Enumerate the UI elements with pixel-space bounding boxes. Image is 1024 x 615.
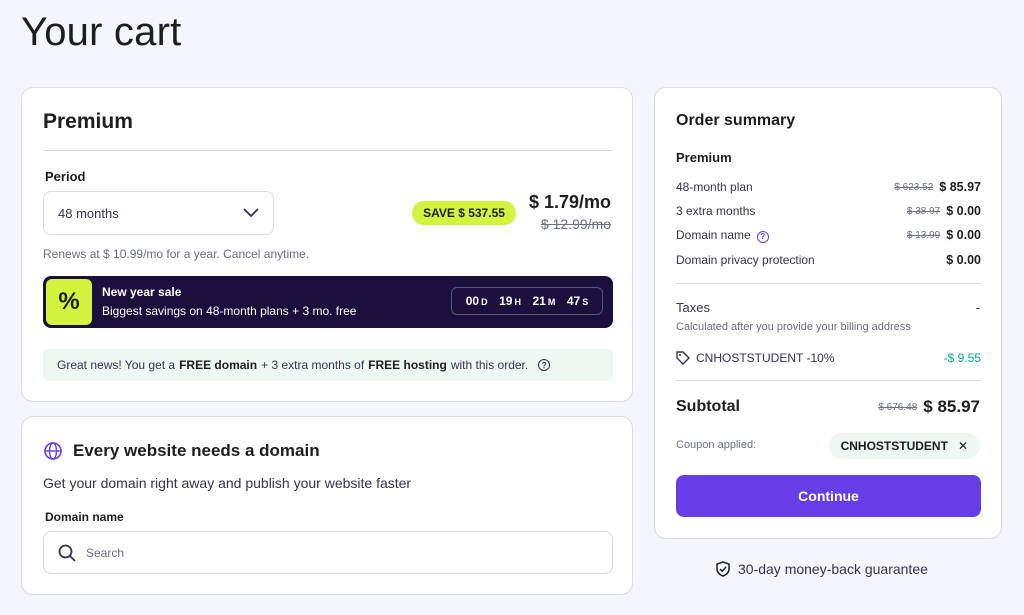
period-select[interactable]: 48 months — [43, 191, 274, 235]
taxes-note: Calculated after you provide your billin… — [676, 321, 911, 333]
chevron-down-icon — [243, 208, 259, 218]
sale-banner: % New year sale Biggest savings on 48-mo… — [43, 276, 613, 328]
page-title: Your cart — [21, 10, 182, 54]
period-label: Period — [45, 169, 86, 184]
summary-row: 48-month plan $ 623.52 $ 85.97 — [676, 180, 981, 194]
coupon-row: CNHOSTSTUDENT -10% -$ 9.55 — [676, 351, 981, 365]
summary-plan-name: Premium — [676, 150, 732, 165]
help-icon[interactable]: ? — [538, 359, 551, 371]
order-summary-title: Order summary — [676, 112, 796, 129]
domain-search-input[interactable] — [86, 545, 566, 560]
shield-check-icon — [716, 561, 730, 577]
domain-title: Every website needs a domain — [73, 441, 320, 460]
taxes-label: Taxes — [676, 300, 710, 315]
timer-hours: 19 H — [499, 294, 521, 308]
free-domain-note: Great news! You get a FREE domain + 3 ex… — [43, 349, 613, 381]
search-icon — [58, 544, 76, 562]
save-badge: SAVE $ 537.55 — [412, 201, 516, 225]
plan-title: Premium — [43, 110, 133, 133]
timer-seconds: 47 S — [566, 294, 589, 308]
timer-minutes: 21 M — [532, 294, 556, 308]
domain-name-label: Domain name — [45, 510, 124, 524]
summary-row: 3 extra months $ 38.97 $ 0.00 — [676, 204, 981, 218]
continue-button[interactable]: Continue — [676, 475, 981, 517]
divider — [43, 150, 613, 151]
domain-card: Every website needs a domain Get your do… — [21, 416, 633, 595]
coupon-chip: CNHOSTSTUDENT ✕ — [828, 433, 980, 459]
timer-days: 00 D — [465, 294, 488, 308]
plan-card: Premium Period 48 months SAVE $ 537.55 $… — [21, 87, 633, 402]
money-back-guarantee: 30-day money-back guarantee — [716, 561, 928, 577]
subtotal-label: Subtotal — [676, 398, 740, 415]
coupon-applied-label: Coupon applied: — [676, 439, 757, 451]
sale-title: New year sale — [102, 285, 182, 299]
divider — [676, 283, 981, 284]
countdown-timer: 00 D 19 H 21 M 47 S — [451, 287, 603, 315]
renewal-note: Renews at $ 10.99/mo for a year. Cancel … — [43, 247, 310, 261]
divider — [676, 380, 981, 381]
tag-icon — [676, 351, 690, 365]
domain-subtitle: Get your domain right away and publish y… — [43, 475, 412, 491]
percent-icon: % — [46, 279, 92, 325]
sale-subtitle: Biggest savings on 48-month plans + 3 mo… — [102, 304, 357, 318]
order-summary-card: Order summary Premium 48-month plan $ 62… — [654, 87, 1002, 539]
period-value: 48 months — [58, 205, 119, 221]
close-icon[interactable]: ✕ — [958, 439, 968, 453]
subtotal-values: $ 676.48 $ 85.97 — [878, 397, 980, 416]
old-price: $ 12.99/mo — [540, 216, 611, 232]
domain-search-field[interactable] — [43, 531, 613, 574]
coupon-discount: -$ 9.55 — [943, 351, 981, 365]
taxes-value: - — [975, 300, 980, 315]
price-per-month: $ 1.79/mo — [528, 192, 611, 212]
summary-row: Domain name? $ 13.99 $ 0.00 — [676, 228, 981, 243]
globe-icon — [44, 442, 62, 460]
summary-row: Domain privacy protection $ 0.00 — [676, 253, 981, 267]
help-icon[interactable]: ? — [756, 230, 769, 243]
